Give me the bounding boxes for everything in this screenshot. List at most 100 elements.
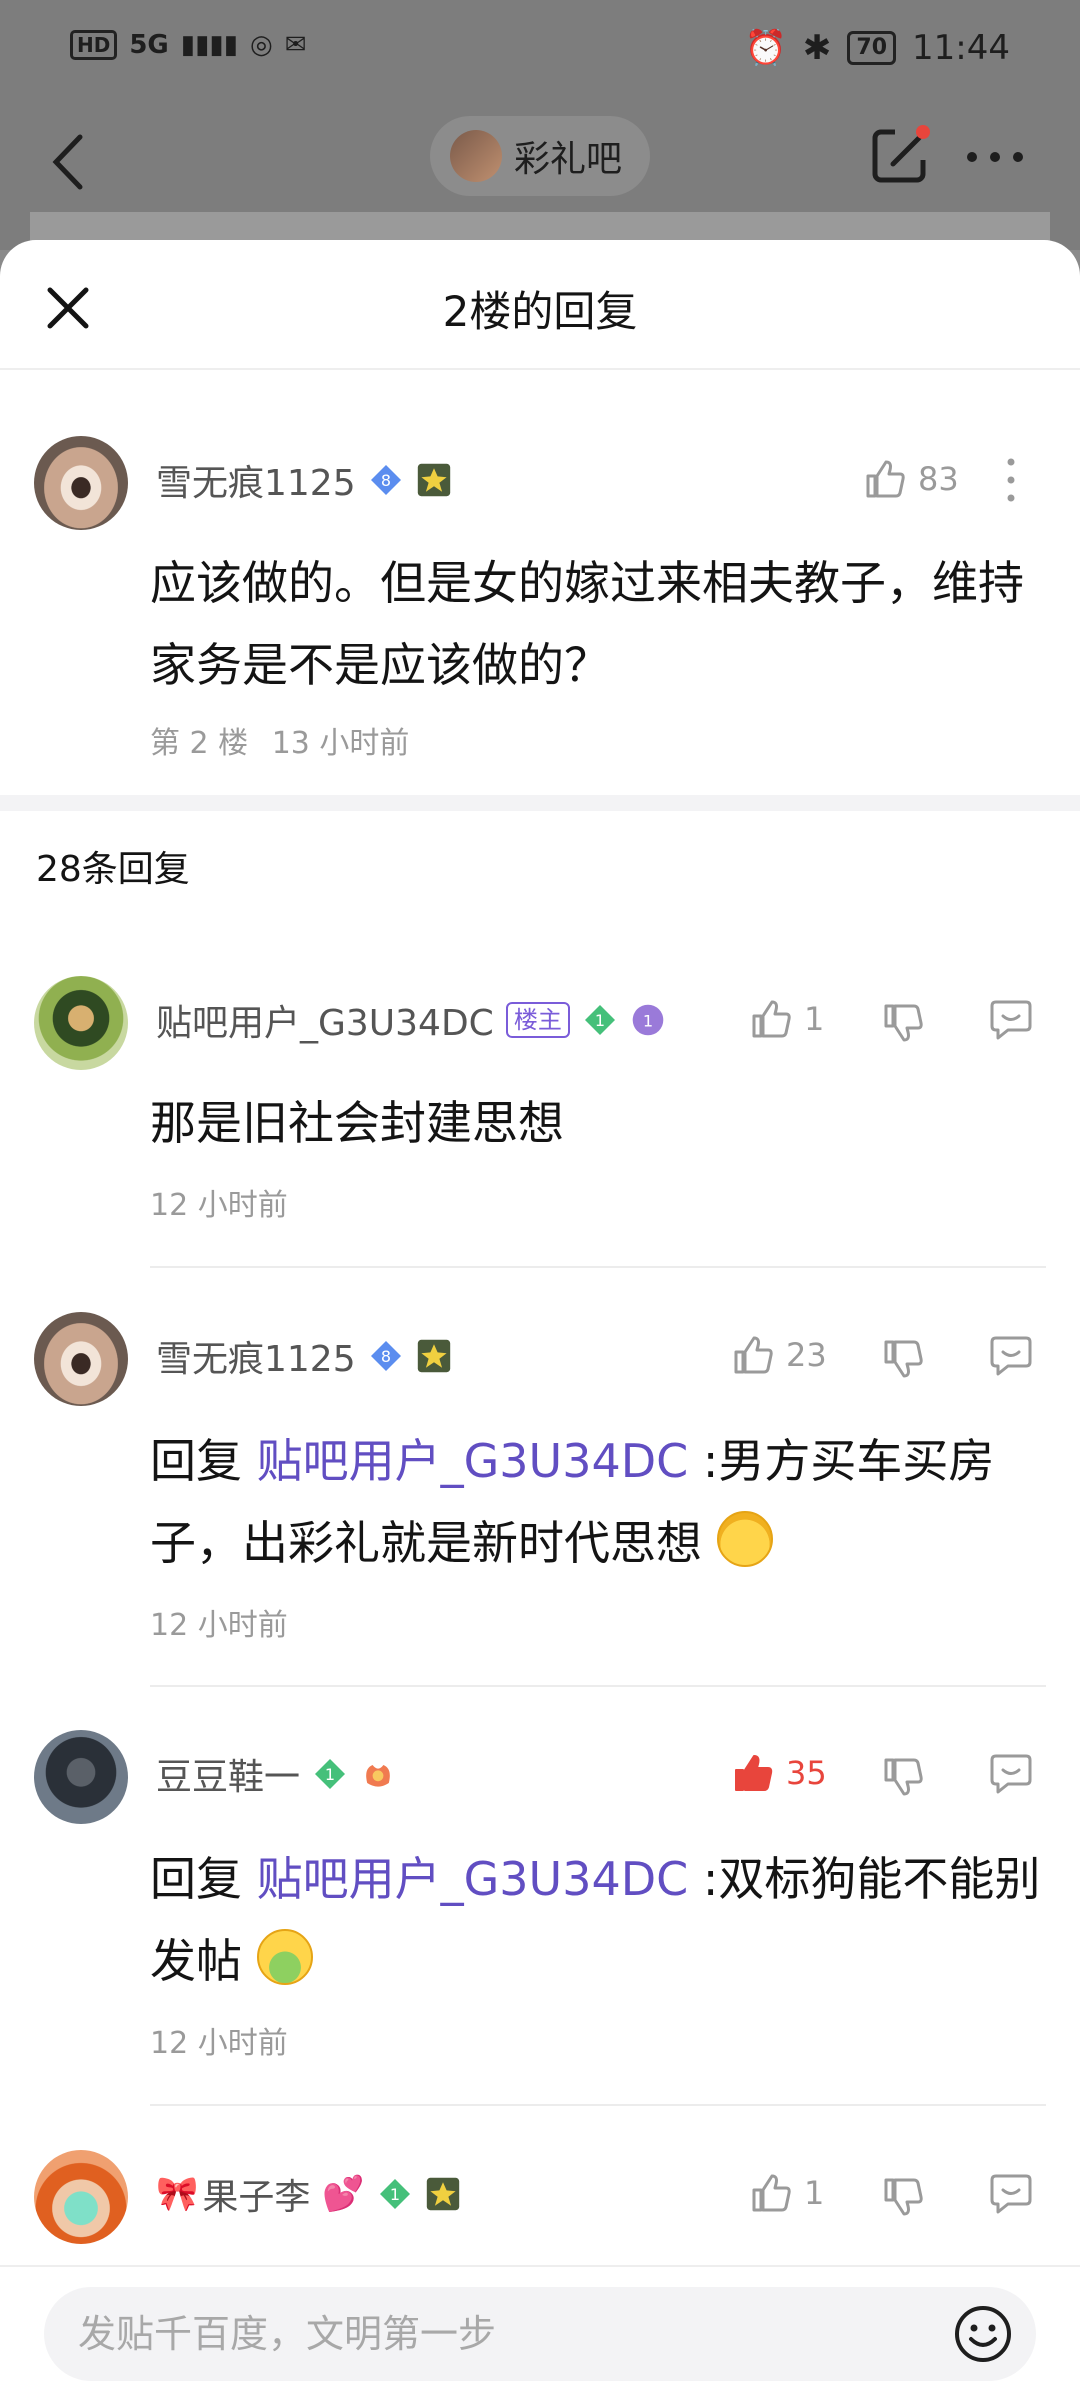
reply-separator <box>150 1685 1046 1687</box>
post-meta: 第 2 楼 13 小时前 <box>150 718 409 762</box>
bow-emoji-icon: 🎀 <box>156 2174 199 2214</box>
svg-text:8: 8 <box>381 471 391 490</box>
emoji-button[interactable] <box>952 2303 1014 2365</box>
reply-content: 回复 贴吧用户_G3U34DC :双标狗能不能别发帖 <box>150 1838 1050 2002</box>
back-button[interactable] <box>40 122 100 202</box>
avatar[interactable] <box>34 1730 128 1824</box>
like-count: 1 <box>804 2174 825 2212</box>
svg-text:1: 1 <box>390 2185 400 2204</box>
reply-separator <box>150 1266 1046 1268</box>
dislike-button[interactable] <box>880 1336 926 1382</box>
reply-time: 12 小时前 <box>150 1188 288 1223</box>
like-count: 83 <box>918 460 959 498</box>
reply-button[interactable] <box>988 996 1034 1042</box>
thumbs-down-icon <box>884 1340 923 1378</box>
more-dots-icon <box>967 152 1023 162</box>
username[interactable]: 豆豆鞋一 <box>156 1748 300 1800</box>
battery-indicator: 70 <box>847 31 897 65</box>
post-time: 13 小时前 <box>271 726 410 761</box>
svg-text:8: 8 <box>381 1347 391 1366</box>
thumbs-up-icon <box>748 2170 794 2216</box>
username[interactable]: 雪无痕1125 <box>156 454 356 506</box>
section-divider <box>0 795 1080 811</box>
smiley-icon <box>955 2306 1011 2362</box>
chevron-left-icon <box>52 134 83 190</box>
mention-link[interactable]: 贴吧用户_G3U34DC <box>257 1434 689 1488</box>
like-action[interactable]: 23 <box>730 1332 827 1378</box>
like-action[interactable]: 1 <box>748 2170 824 2216</box>
forum-pill[interactable]: 彩礼吧 <box>430 116 650 196</box>
reply-button[interactable] <box>988 2170 1034 2216</box>
medal-badge-icon <box>416 462 452 498</box>
puke-emoji-icon <box>256 1929 313 1985</box>
dislike-button[interactable] <box>880 2174 926 2220</box>
bluetooth-icon: ✱ <box>802 28 832 68</box>
svg-text:1: 1 <box>643 1011 653 1030</box>
dislike-button[interactable] <box>880 1000 926 1046</box>
comment-icon <box>990 1754 1032 1794</box>
author-row: 贴吧用户_G3U34DC 楼主 1 1 <box>156 990 666 1050</box>
thumbs-down-icon <box>884 1758 923 1796</box>
hearts-emoji-icon: 💕 <box>322 2174 365 2214</box>
like-action[interactable]: 83 <box>862 456 959 502</box>
hotspot-icon: ◎ <box>250 30 273 60</box>
level-badge-icon: 1 <box>312 1756 348 1792</box>
avatar[interactable] <box>34 436 128 530</box>
avatar[interactable] <box>34 1312 128 1406</box>
level-badge-icon: 8 <box>368 1338 404 1374</box>
compose-button[interactable] <box>865 120 935 190</box>
floor-number: 第 2 楼 <box>150 726 249 761</box>
medal-badge-icon <box>416 1338 452 1374</box>
username[interactable]: 雪无痕1125 <box>156 1330 356 1382</box>
username[interactable]: 果子李 <box>202 2168 310 2220</box>
comment-icon <box>990 1000 1032 1040</box>
comment-input[interactable] <box>44 2287 1036 2381</box>
reply-button[interactable] <box>988 1332 1034 1378</box>
like-count: 23 <box>786 1336 827 1374</box>
thumbs-up-filled-icon <box>730 1750 776 1796</box>
username[interactable]: 贴吧用户_G3U34DC <box>156 994 494 1046</box>
comment-icon <box>990 1336 1032 1376</box>
signal-bars-icon: ▮▮▮▮ <box>180 30 239 60</box>
signal-indicator: 5G <box>129 30 169 60</box>
thumbs-up-icon <box>748 996 794 1042</box>
mention-link[interactable]: 贴吧用户_G3U34DC <box>257 1852 689 1906</box>
grin-emoji-icon <box>716 1511 773 1567</box>
comment-icon <box>990 2174 1032 2214</box>
level-badge-icon: 8 <box>368 462 404 498</box>
author-row: 雪无痕1125 8 <box>156 1326 452 1386</box>
reply-button[interactable] <box>988 1750 1034 1796</box>
medal-badge-icon <box>425 2176 461 2212</box>
like-action[interactable]: 35 <box>730 1750 827 1796</box>
author-row: 雪无痕1125 8 <box>156 450 452 510</box>
like-count: 1 <box>804 1000 825 1038</box>
svg-text:1: 1 <box>325 1765 335 1784</box>
post-more-button[interactable] <box>996 452 1026 508</box>
bottom-bar <box>0 2265 1080 2400</box>
level-badge-icon: 1 <box>582 1002 618 1038</box>
avatar[interactable] <box>34 2150 128 2244</box>
status-bar: HD 5G ▮▮▮▮ ◎ ✉ ⏰ ✱ 70 11:44 <box>0 0 1080 100</box>
background-app: HD 5G ▮▮▮▮ ◎ ✉ ⏰ ✱ 70 11:44 彩礼吧 <box>0 0 1080 252</box>
reply-time: 12 小时前 <box>150 1608 288 1643</box>
hd-indicator: HD <box>70 30 118 60</box>
wechat-icon: ✉ <box>284 30 307 60</box>
forum-name: 彩礼吧 <box>514 139 623 180</box>
like-count: 35 <box>786 1754 827 1792</box>
like-action[interactable]: 1 <box>748 996 824 1042</box>
reply-prefix: 回复 <box>150 1434 242 1488</box>
sheet-title: 2楼的回复 <box>442 287 638 336</box>
reply-count: 28条回复 <box>36 849 190 890</box>
thumbs-down-icon <box>884 1004 923 1042</box>
dislike-button[interactable] <box>880 1754 926 1800</box>
reply-prefix: 回复 <box>150 1852 242 1906</box>
reply-content: 回复 贴吧用户_G3U34DC :男方买车买房子，出彩礼就是新时代思想 <box>150 1420 1050 1584</box>
avatar[interactable] <box>34 976 128 1070</box>
svg-text:1: 1 <box>595 1011 605 1030</box>
reply-separator <box>150 2104 1046 2106</box>
reply-time: 12 小时前 <box>150 2026 288 2061</box>
author-row: 🎀 果子李 💕 1 <box>156 2164 461 2224</box>
thumbs-up-icon <box>730 1332 776 1378</box>
alarm-icon: ⏰ <box>744 28 787 68</box>
more-button[interactable] <box>960 120 1030 190</box>
